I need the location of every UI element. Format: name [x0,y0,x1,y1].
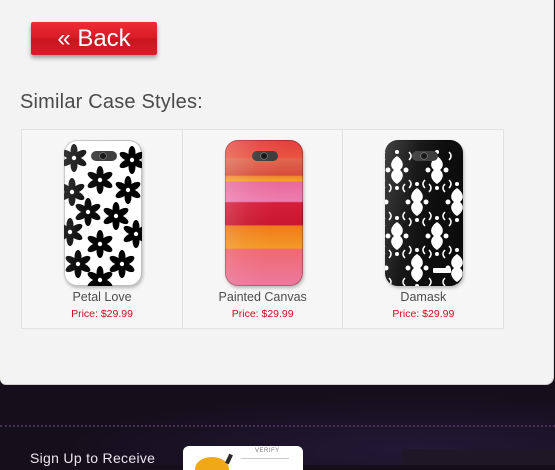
seal-icon [195,457,229,470]
camera-icon [91,151,117,161]
product-card-damask[interactable]: Damask Price: $29.99 [343,130,503,328]
verify-label: VERIFY [255,448,280,454]
back-button[interactable]: « Back [31,22,157,55]
footer-divider [0,425,555,427]
product-card-painted-canvas[interactable]: Painted Canvas Price: $29.99 [183,130,344,328]
newsletter-signup-text[interactable]: Sign Up to Receive [30,450,155,466]
camera-icon [251,151,278,161]
camera-icon [412,151,439,161]
footer-right-block [402,449,555,465]
product-name[interactable]: Petal Love [22,290,182,304]
product-card-petal-love[interactable]: Petal Love Price: $29.99 [22,130,183,328]
verify-badge[interactable]: VERIFY [183,446,303,470]
product-price: Price: $29.99 [392,308,455,320]
phone-case-image-damask[interactable] [385,140,464,286]
product-price: Price: $29.99 [71,308,133,320]
main-panel: « Back Similar Case Styles: Petal Love P… [0,0,554,384]
similar-styles-heading: Similar Case Styles: [20,91,203,113]
product-price: Price: $29.99 [231,308,294,320]
phone-case-image-painted-canvas[interactable] [224,140,303,286]
similar-styles-grid: Petal Love Price: $29.99 Painted Canvas … [21,129,504,329]
product-name[interactable]: Painted Canvas [183,290,343,304]
floral-pattern [64,144,142,286]
product-name[interactable]: Damask [343,290,503,304]
phone-case-image-petal-love[interactable] [64,140,142,286]
damask-pattern [385,149,464,286]
pin-icon [225,453,233,465]
